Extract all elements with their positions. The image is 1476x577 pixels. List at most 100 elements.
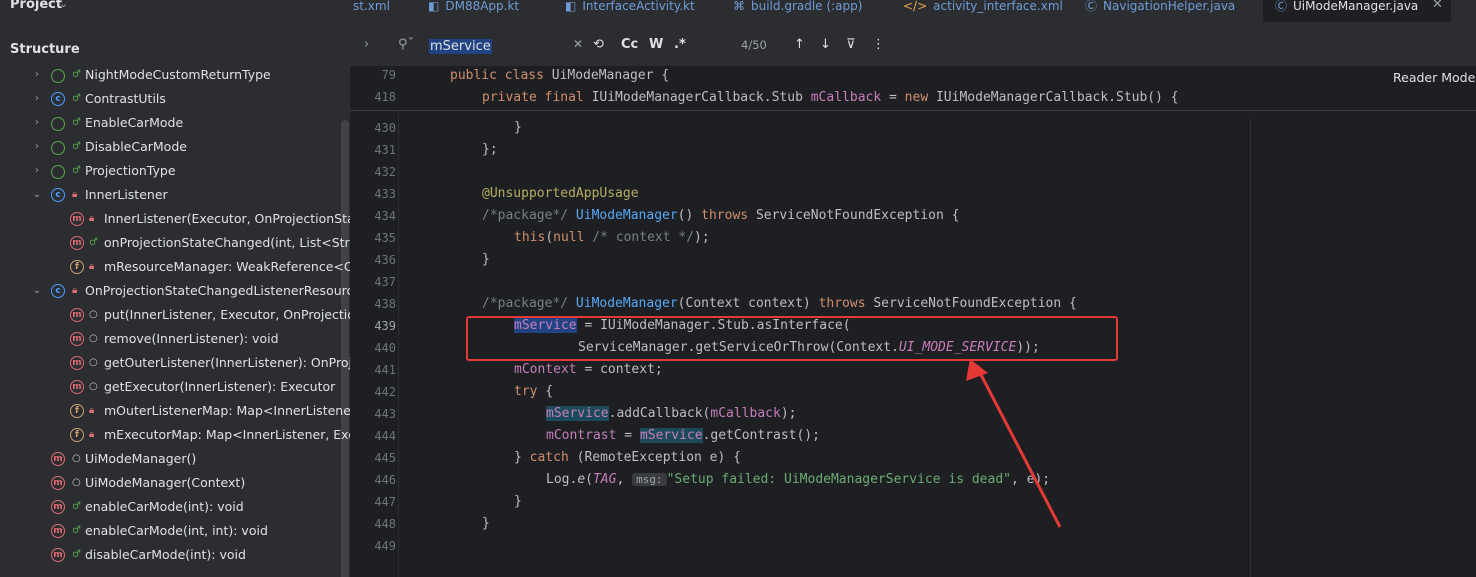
tree-item[interactable]: f 🔒︎ mExecutorMap: Map<InnerListener, Ex… xyxy=(0,423,350,447)
reader-mode-button[interactable]: Reader Mode xyxy=(1393,70,1475,85)
line-number: 431 xyxy=(374,143,396,157)
chevron-right-icon[interactable]: › xyxy=(32,63,42,87)
line-number: 441 xyxy=(374,363,396,377)
search-input[interactable]: mService xyxy=(429,35,492,54)
code-line: private final IUiModeManagerCallback.Stu… xyxy=(482,90,1179,105)
public-icon: ♂ xyxy=(72,549,81,560)
line-number: 418 xyxy=(374,90,396,104)
tree-item[interactable]: m ♂ onProjectionStateChanged(int, List<S… xyxy=(0,231,350,255)
class-icon: c xyxy=(51,284,65,298)
arrow-up-icon[interactable]: ↑ xyxy=(794,37,805,52)
tree-item[interactable]: m ○ getExecutor(InnerListener): Executor xyxy=(0,375,350,399)
enum-icon xyxy=(51,69,65,83)
tree-item[interactable]: › ♂ DisableCarMode xyxy=(0,135,350,159)
line-number: 443 xyxy=(374,407,396,421)
chevron-down-icon[interactable]: ⌄ xyxy=(59,0,68,10)
line-number: 432 xyxy=(374,165,396,179)
tree-item[interactable]: m ♂ enableCarMode(int, int): void xyxy=(0,519,350,543)
match-case-toggle[interactable]: Cc xyxy=(621,37,638,52)
kotlin-file-icon: ◧ xyxy=(565,0,577,13)
regex-toggle[interactable]: .* xyxy=(674,37,686,52)
code-line: /*package*/ UiModeManager() throws Servi… xyxy=(482,208,960,223)
private-icon: 🔒︎ xyxy=(89,213,95,224)
public-icon: ♂ xyxy=(72,165,81,176)
public-icon: ♂ xyxy=(72,525,81,536)
public-icon: ♂ xyxy=(72,69,81,80)
tab-build-gradle[interactable]: ⌘ build.gradle (:app) xyxy=(733,0,862,22)
method-icon: m xyxy=(51,548,65,562)
tab-st-xml[interactable]: st.xml xyxy=(353,0,390,22)
line-number: 430 xyxy=(374,121,396,135)
code-line: } catch (RemoteException e) { xyxy=(514,450,741,465)
tree-item[interactable]: m ○ remove(InnerListener): void xyxy=(0,327,350,351)
find-bar: › ⚲ˇ ✕ ⟲ Cc W .* 4/50 ↑ ↓ ⊽ ⋮ xyxy=(350,22,1476,67)
filter-icon[interactable]: ⊽ xyxy=(846,37,856,52)
tree-item[interactable]: m 🔒︎ InnerListener(Executor, OnProjectio… xyxy=(0,207,350,231)
annotation-icon xyxy=(51,165,65,179)
code-line: } xyxy=(482,516,490,531)
editor-tab-bar: st.xml ◧ DM88App.kt ◧ InterfaceActivity.kt… xyxy=(350,0,1476,23)
private-icon: 🔒︎ xyxy=(72,285,78,296)
clear-icon[interactable]: ✕ xyxy=(573,37,583,51)
more-icon[interactable]: ⋮ xyxy=(872,37,885,52)
arrow-down-icon[interactable]: ↓ xyxy=(820,37,831,52)
code-line: mService.addCallback(mCallback); xyxy=(546,406,797,421)
tree-item[interactable]: › ♂ NightModeCustomReturnType xyxy=(0,63,350,87)
private-icon: 🔒︎ xyxy=(89,429,95,440)
close-icon[interactable]: ✕ xyxy=(1432,0,1443,12)
chevron-right-icon[interactable]: › xyxy=(32,87,42,111)
tree-item[interactable]: ⌄ c 🔒︎ InnerListener xyxy=(0,183,350,207)
class-icon: Ⓒ xyxy=(1085,0,1098,13)
line-number: 447 xyxy=(374,495,396,509)
tree-item[interactable]: ⌄ c 🔒︎ OnProjectionStateChangedListenerR… xyxy=(0,279,350,303)
tab-uimodemanager[interactable]: Ⓒ UiModeManager.java xyxy=(1263,0,1451,22)
method-icon: m xyxy=(51,452,65,466)
tree-item[interactable]: › ♂ EnableCarMode xyxy=(0,111,350,135)
code-line: /*package*/ UiModeManager(Context contex… xyxy=(482,296,1077,311)
line-number: 448 xyxy=(374,517,396,531)
tab-interface-activity[interactable]: ◧ InterfaceActivity.kt xyxy=(565,0,695,22)
chevron-right-icon[interactable]: › xyxy=(32,135,42,159)
tab-navigation-helper[interactable]: Ⓒ NavigationHelper.java xyxy=(1085,0,1235,22)
line-number: 437 xyxy=(374,275,396,289)
line-number: 444 xyxy=(374,429,396,443)
package-private-icon: ○ xyxy=(89,309,98,320)
tree-item[interactable]: › c ♂ ContrastUtils xyxy=(0,87,350,111)
tree-item[interactable]: f 🔒︎ mResourceManager: WeakReference<OnP xyxy=(0,255,350,279)
line-number: 440 xyxy=(374,341,396,355)
gutter-divider xyxy=(398,66,399,577)
whole-words-toggle[interactable]: W xyxy=(649,37,663,52)
class-icon: c xyxy=(51,92,65,106)
chevron-right-icon[interactable]: › xyxy=(32,159,42,183)
public-icon: ♂ xyxy=(72,93,81,104)
tree-item[interactable]: m ○ UiModeManager(Context) xyxy=(0,471,350,495)
line-number: 446 xyxy=(374,473,396,487)
tree-item[interactable]: m ♂ enableCarMode(int): void xyxy=(0,495,350,519)
search-icon[interactable]: ⚲ˇ xyxy=(398,37,414,52)
tree-item[interactable]: m ♂ disableCarMode(int): void xyxy=(0,543,350,567)
method-icon: m xyxy=(70,236,84,250)
package-private-icon: ○ xyxy=(89,333,98,344)
class-icon: c xyxy=(51,188,65,202)
private-icon: 🔒︎ xyxy=(89,261,95,272)
chevron-right-icon[interactable]: › xyxy=(364,37,369,52)
tab-dm88app[interactable]: ◧ DM88App.kt xyxy=(428,0,519,22)
code-line: } xyxy=(482,252,490,267)
tab-activity-interface[interactable]: </> activity_interface.xml xyxy=(903,0,1063,22)
method-icon: m xyxy=(51,500,65,514)
chevron-down-icon[interactable]: ⌄ xyxy=(32,279,42,303)
tree-item[interactable]: m ○ UiModeManager() xyxy=(0,447,350,471)
project-panel-title[interactable]: Project xyxy=(10,0,62,12)
chevron-right-icon[interactable]: › xyxy=(32,111,42,135)
tree-item[interactable]: › ♂ ProjectionType xyxy=(0,159,350,183)
annotation-icon xyxy=(51,117,65,131)
tree-item[interactable]: m ○ getOuterListener(InnerListener): OnP… xyxy=(0,351,350,375)
tree-item[interactable]: m ○ put(InnerListener, Executor, OnProje… xyxy=(0,303,350,327)
line-number: 439 xyxy=(374,319,396,333)
tree-item[interactable]: f 🔒︎ mOuterListenerMap: Map<InnerListene… xyxy=(0,399,350,423)
annotation-arrow-head xyxy=(966,359,988,381)
code-line: mContrast = mService.getContrast(); xyxy=(546,428,820,443)
chevron-down-icon[interactable]: ⌄ xyxy=(32,183,42,207)
history-icon[interactable]: ⟲ xyxy=(593,37,604,52)
method-icon: m xyxy=(70,308,84,322)
